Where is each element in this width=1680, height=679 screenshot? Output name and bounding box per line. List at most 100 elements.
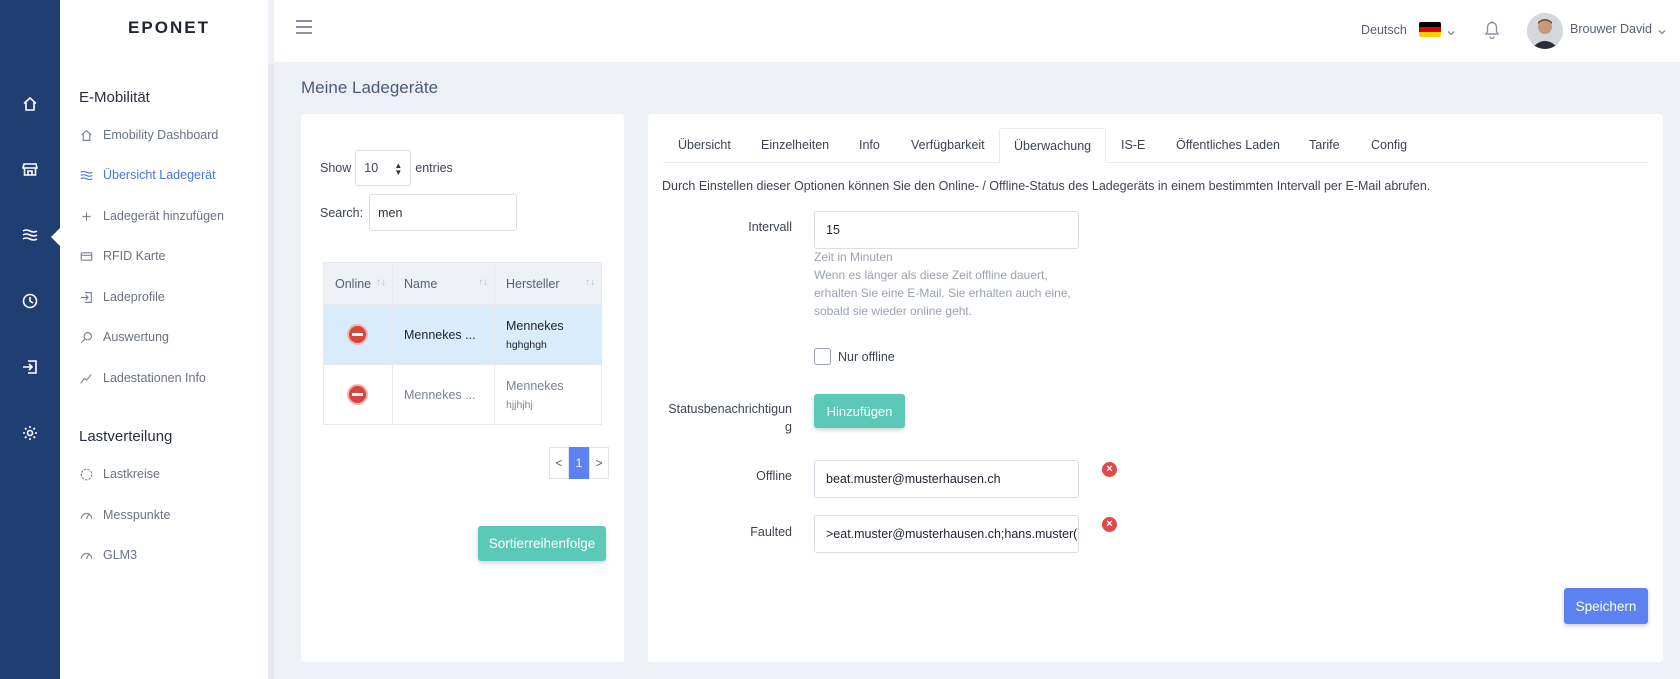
sort-icon: ↑↓ <box>478 277 488 288</box>
home-icon[interactable] <box>18 92 42 116</box>
active-pointer <box>51 228 60 246</box>
sidebar-item-label: Ladegerät hinzufügen <box>103 209 224 223</box>
user-name: Brouwer David <box>1570 22 1652 36</box>
tab-is-e[interactable]: IS-E <box>1121 128 1145 163</box>
checkbox-box[interactable] <box>814 348 831 365</box>
logo[interactable]: EPONET <box>60 18 278 38</box>
sort-order-button[interactable]: Sortierreihenfolge <box>478 526 606 561</box>
column-header-name[interactable]: Name ↑↓ <box>392 262 495 305</box>
tab-ueberwachung[interactable]: Überwachung <box>999 128 1107 163</box>
tab-info[interactable]: Info <box>859 128 880 163</box>
faulted-label: Faulted <box>750 525 792 539</box>
search-input[interactable] <box>369 194 518 231</box>
checkbox-label: Nur offline <box>838 349 895 364</box>
offline-email-input[interactable] <box>814 460 1079 498</box>
sidebar-item-messpunkte[interactable]: Messpunkte <box>79 504 170 526</box>
table-row[interactable]: Mennekes ... Mennekes hghghgh <box>323 304 602 365</box>
sidebar-item-ladeprofile[interactable]: Ladeprofile <box>79 286 165 308</box>
chart-icon <box>79 371 93 385</box>
table-row[interactable]: Mennekes ... Mennekes hjjhjhj <box>323 364 602 425</box>
search-label: Search: <box>320 205 364 220</box>
help-line: Wenn es länger als diese Zeit offline da… <box>814 268 1048 282</box>
language-selector[interactable]: Deutsch <box>1361 22 1455 37</box>
online-status-cell <box>323 304 393 365</box>
tab-uebersicht[interactable]: Übersicht <box>678 128 731 163</box>
bell-icon[interactable] <box>1481 18 1503 40</box>
card-icon <box>79 249 93 263</box>
store-icon[interactable] <box>18 157 42 181</box>
sidebar-item-lastkreise[interactable]: Lastkreise <box>79 463 160 485</box>
help-line: sobald sie wieder online geht. <box>814 304 973 318</box>
pager-current[interactable]: 1 <box>569 447 589 479</box>
save-button[interactable]: Speichern <box>1564 588 1648 624</box>
sidebar-item-uebersicht-ladegeraet[interactable]: Übersicht Ladegerät <box>79 164 216 186</box>
gauge-icon <box>79 508 93 522</box>
sidebar-item-label: Lastkreise <box>103 467 160 481</box>
sidebar-item-label: Messpunkte <box>103 508 171 522</box>
sort-icon: ↑↓ <box>376 277 386 288</box>
menu-toggle-icon[interactable] <box>296 20 312 36</box>
sidebar-item-label: Übersicht Ladegerät <box>103 168 216 182</box>
sidebar-item-glm3[interactable]: GLM3 <box>79 544 137 566</box>
offline-status-icon <box>347 324 368 345</box>
remove-faulted-icon[interactable]: × <box>1102 517 1117 532</box>
tab-oeffentliches-laden[interactable]: Öffentliches Laden <box>1176 128 1280 163</box>
top-header <box>274 0 1680 62</box>
sidebar-item-label: GLM3 <box>103 548 138 562</box>
sidebar-item-emobility-dashboard[interactable]: Emobility Dashboard <box>79 124 218 146</box>
offline-label: Offline <box>756 469 792 483</box>
sidebar-item-label: Auswertung <box>103 330 170 344</box>
avatar[interactable] <box>1527 13 1563 49</box>
column-header-online[interactable]: Online ↑↓ <box>323 262 393 305</box>
sidebar-item-rfid-karte[interactable]: RFID Karte <box>79 245 166 267</box>
sidebar-item-label: Ladeprofile <box>103 290 165 304</box>
login-icon <box>79 290 93 304</box>
login-icon[interactable] <box>18 355 42 379</box>
de-flag-icon <box>1418 22 1441 37</box>
interval-label: Intervall <box>748 220 792 234</box>
only-offline-checkbox[interactable]: Nur offline <box>814 348 895 365</box>
help-line: erhalten Sie eine E-Mail. Sie erhalten a… <box>814 286 1071 300</box>
column-header-hersteller[interactable]: Hersteller ↑↓ <box>494 262 602 305</box>
search-icon <box>79 330 93 344</box>
circle-icon <box>79 467 93 481</box>
clock-icon[interactable] <box>18 289 42 313</box>
sidebar-item-label: Emobility Dashboard <box>103 128 219 142</box>
add-button[interactable]: Hinzufügen <box>814 394 905 428</box>
entries-select[interactable]: 10 ▲ ▼ <box>355 150 412 186</box>
interval-input[interactable] <box>814 211 1079 249</box>
sidebar-divider <box>268 64 274 679</box>
gear-icon[interactable] <box>18 421 42 445</box>
charger-table: Online ↑↓ Name ↑↓ Hersteller ↑↓ Mennekes ..… <box>323 262 602 425</box>
gauge-icon <box>79 548 93 562</box>
pager-next[interactable]: > <box>589 447 609 479</box>
section-title-lastverteilung: Lastverteilung <box>79 428 173 445</box>
entries-value: 10 <box>364 161 379 175</box>
icon-rail <box>0 0 60 679</box>
page-title: Meine Ladegeräte <box>301 78 439 97</box>
sidebar-item-label: Ladestationen Info <box>103 371 206 385</box>
name-cell: Mennekes ... <box>392 304 495 365</box>
waves-icon[interactable] <box>18 223 42 247</box>
sidebar-item-ladegeraet-hinzufuegen[interactable]: Ladegerät hinzufügen <box>79 205 224 227</box>
pagination: < 1 > <box>549 447 609 479</box>
tab-einzelheiten[interactable]: Einzelheiten <box>761 128 829 163</box>
user-menu[interactable]: Brouwer David <box>1570 22 1666 36</box>
sidebar-item-ladestationen-info[interactable]: Ladestationen Info <box>79 367 206 389</box>
sort-icon: ↑↓ <box>585 277 595 288</box>
remove-offline-icon[interactable]: × <box>1102 462 1117 477</box>
sidebar-item-auswertung[interactable]: Auswertung <box>79 326 169 348</box>
manufacturer-cell: Mennekes hghghgh <box>494 304 602 365</box>
entries-control: Show 10 ▲ ▼ entries <box>320 150 453 186</box>
pager-prev[interactable]: < <box>549 447 569 479</box>
tab-tarife[interactable]: Tarife <box>1309 128 1340 163</box>
tab-verfuegbarkeit[interactable]: Verfügbarkeit <box>911 128 985 163</box>
faulted-email-input[interactable] <box>814 515 1079 553</box>
search-control: Search: <box>320 194 518 231</box>
tab-config[interactable]: Config <box>1371 128 1407 163</box>
interval-help: Zeit in Minuten Wenn es länger als diese… <box>814 248 1071 320</box>
chevron-down-icon <box>1658 25 1666 35</box>
name-cell: Mennekes ... <box>392 364 495 425</box>
show-label: Show <box>320 161 352 175</box>
monitoring-description: Durch Einstellen dieser Optionen können … <box>662 179 1431 193</box>
